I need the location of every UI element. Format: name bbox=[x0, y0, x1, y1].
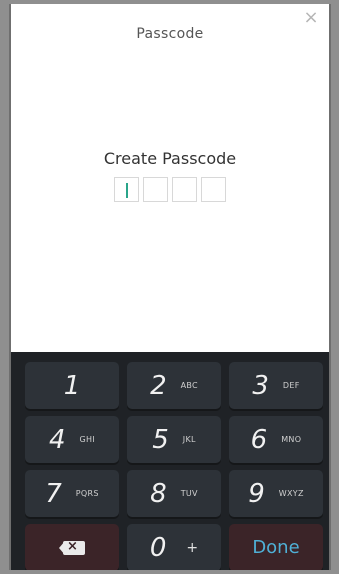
done-label: Done bbox=[252, 537, 300, 558]
passcode-prompt: Create Passcode bbox=[103, 149, 237, 168]
key-letters: GHI bbox=[79, 435, 96, 444]
key-plus: + bbox=[186, 539, 199, 556]
key-letters: ABC bbox=[180, 381, 198, 390]
key-letters: WXYZ bbox=[278, 489, 304, 498]
key-letters: DEF bbox=[282, 381, 300, 390]
key-1[interactable]: 1 bbox=[25, 362, 119, 409]
delete-button[interactable]: × bbox=[25, 524, 119, 570]
key-5[interactable]: 5 JKL bbox=[127, 416, 221, 463]
numeric-keypad: 1 2 ABC 3 DEF 4 GHI 5 JKL 6 MNO 7 PQRS 8… bbox=[11, 352, 329, 570]
key-digit: 7 bbox=[45, 478, 62, 509]
key-digit: 0 bbox=[149, 532, 167, 563]
key-9[interactable]: 9 WXYZ bbox=[229, 470, 323, 517]
key-0[interactable]: 0 + bbox=[127, 524, 221, 570]
key-digit: 5 bbox=[152, 424, 169, 455]
passcode-screen: Passcode × Create Passcode 1 2 ABC 3 DEF bbox=[9, 4, 331, 570]
key-digit: 8 bbox=[150, 478, 167, 509]
passcode-digit-2[interactable] bbox=[143, 177, 168, 202]
key-digit: 1 bbox=[63, 370, 81, 401]
key-digit: 6 bbox=[250, 424, 268, 455]
key-digit: 3 bbox=[252, 370, 269, 401]
passcode-digit-1[interactable] bbox=[114, 177, 139, 202]
key-letters: JKL bbox=[182, 435, 196, 444]
key-7[interactable]: 7 PQRS bbox=[25, 470, 119, 517]
passcode-digit-4[interactable] bbox=[201, 177, 226, 202]
close-icon[interactable]: × bbox=[303, 9, 319, 27]
key-digit: 9 bbox=[248, 478, 265, 509]
key-3[interactable]: 3 DEF bbox=[229, 362, 323, 409]
key-digit: 2 bbox=[150, 370, 167, 401]
key-letters: TUV bbox=[180, 489, 198, 498]
key-2[interactable]: 2 ABC bbox=[127, 362, 221, 409]
device-frame: Passcode × Create Passcode 1 2 ABC 3 DEF bbox=[0, 0, 339, 574]
key-8[interactable]: 8 TUV bbox=[127, 470, 221, 517]
key-letters: MNO bbox=[281, 435, 302, 444]
key-digit: 4 bbox=[48, 424, 66, 455]
passcode-digit-3[interactable] bbox=[172, 177, 197, 202]
passcode-boxes[interactable] bbox=[114, 177, 226, 202]
text-cursor bbox=[126, 183, 128, 198]
done-button[interactable]: Done bbox=[229, 524, 323, 570]
key-6[interactable]: 6 MNO bbox=[229, 416, 323, 463]
backspace-icon: × bbox=[59, 539, 85, 555]
key-letters: PQRS bbox=[75, 489, 99, 498]
key-4[interactable]: 4 GHI bbox=[25, 416, 119, 463]
page-title: Passcode bbox=[136, 26, 204, 42]
